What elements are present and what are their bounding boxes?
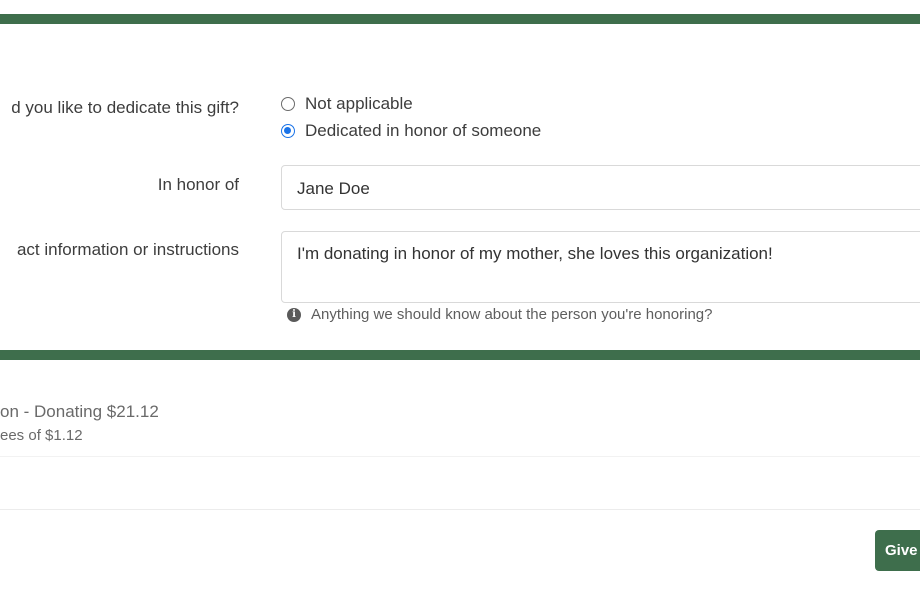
radio-button-checked[interactable]: [281, 124, 295, 138]
radio-dedicated-honor[interactable]: Dedicated in honor of someone: [281, 121, 541, 141]
instructions-label: act information or instructions: [16, 240, 239, 259]
donation-fees-text: ees of $1.12: [0, 427, 83, 444]
dedication-question-label: d you like to dedicate this gift?: [11, 98, 239, 117]
instructions-textarea[interactable]: I'm donating in honor of my mother, she …: [281, 231, 920, 303]
radio-label-dedicated-honor: Dedicated in honor of someone: [305, 121, 542, 140]
footer-divider: [0, 509, 920, 510]
radio-label-not-applicable: Not applicable: [305, 94, 413, 113]
give-button[interactable]: Give: [875, 530, 920, 571]
radio-not-applicable[interactable]: Not applicable: [281, 94, 413, 114]
radio-button-unchecked[interactable]: [281, 97, 295, 111]
honor-name-input[interactable]: Jane Doe: [281, 165, 920, 210]
instructions-hint: i Anything we should know about the pers…: [287, 306, 712, 323]
top-divider-band: [0, 14, 920, 24]
bottom-divider-band: [0, 350, 920, 360]
honor-of-label: In honor of: [157, 175, 239, 194]
hint-text: Anything we should know about the person…: [311, 306, 713, 323]
summary-divider: [0, 456, 920, 457]
donation-summary-title: on - Donating $21.12: [0, 402, 159, 421]
info-icon: i: [287, 307, 301, 322]
